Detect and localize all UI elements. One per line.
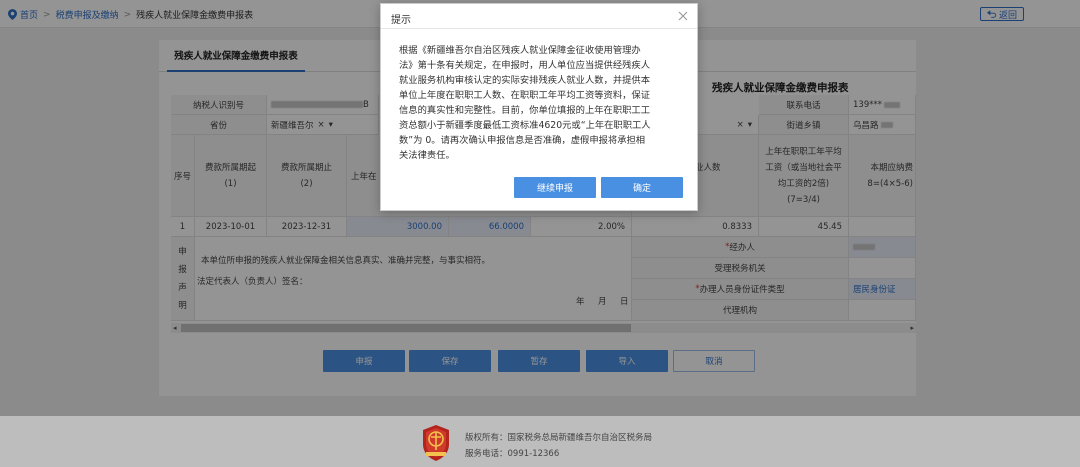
close-icon[interactable] (677, 10, 689, 22)
footer-phone: 服务电话：0991-12366 (465, 449, 560, 459)
footer-copyright: 版权所有：国家税务总局新疆维吾尔自治区税务局 (465, 433, 653, 443)
tax-emblem-icon (423, 425, 449, 461)
dialog-message-line: 单位上年度在职职工人数、在职职工年平均工资等资料，保证 (399, 90, 651, 101)
dialog-title: 提示 (391, 15, 411, 26)
dialog-message-line: 资总额小于新疆季度最低工资标准4620元或“上年在职职工人 (399, 120, 651, 131)
dialog-message-line: 数”为 0。请再次确认申报信息是否准确，虚假申报将承担相 (399, 135, 646, 146)
confirm-button[interactable]: 确定 (601, 177, 683, 198)
dialog-message-line: 就业服务机构审核认定的实际安排残疾人就业人数，并提供本 (399, 75, 651, 86)
dialog-message-line: 信息的真实性和完整性。目前，你单位填报的上年在职职工工 (399, 105, 651, 116)
dialog-message-line: 法》第十条有关规定，在申报时，用人单位应当提供经残疾人 (399, 60, 651, 71)
dialog-message-line: 关法律责任。 (399, 150, 455, 161)
continue-filing-button[interactable]: 继续申报 (514, 177, 596, 198)
notice-dialog: 提示 根据《新疆维吾尔自治区残疾人就业保障金征收使用管理办 法》第十条有关规定，… (380, 3, 698, 211)
dialog-message-line: 根据《新疆维吾尔自治区残疾人就业保障金征收使用管理办 (399, 45, 641, 56)
dialog-header: 提示 (381, 4, 697, 29)
dialog-message: 根据《新疆维吾尔自治区残疾人就业保障金征收使用管理办 法》第十条有关规定，在申报… (399, 43, 681, 163)
